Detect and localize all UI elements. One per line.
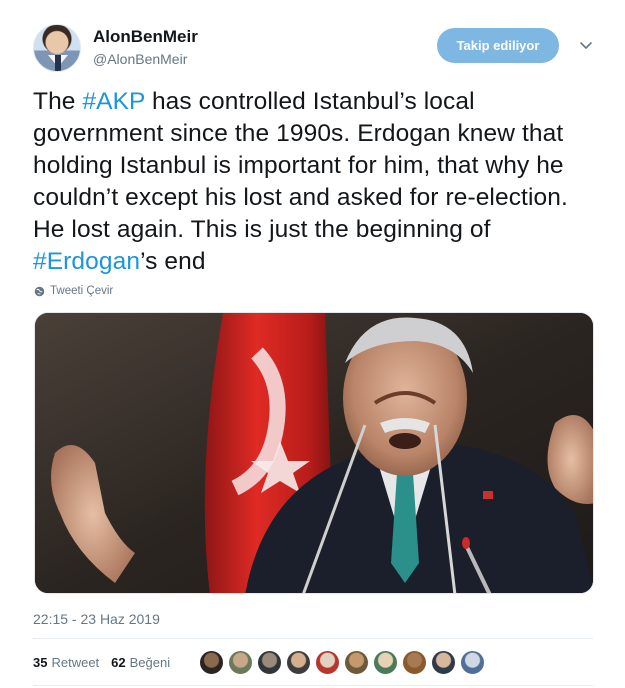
liker-avatar[interactable] (431, 650, 456, 675)
tweet-stats: 35 Retweet 62 Beğeni (33, 655, 170, 670)
like-stat[interactable]: 62 Beğeni (111, 655, 170, 670)
retweet-stat[interactable]: 35 Retweet (33, 655, 99, 670)
divider (33, 638, 593, 639)
liker-avatar[interactable] (315, 650, 340, 675)
hashtag-akp[interactable]: #AKP (82, 88, 145, 115)
tweet-text-segment: ’s end (140, 248, 206, 275)
retweet-count: 35 (33, 655, 48, 670)
like-count: 62 (111, 655, 126, 670)
author-avatar[interactable] (33, 24, 81, 72)
tweet-photo[interactable] (34, 312, 594, 594)
liker-avatar[interactable] (460, 650, 485, 675)
translate-tweet-link[interactable]: Tweeti Çevir (34, 285, 113, 297)
liker-avatar[interactable] (373, 650, 398, 675)
globe-icon (34, 286, 45, 296)
photo-illustration (35, 313, 593, 593)
liker-avatar[interactable] (257, 650, 282, 675)
tweet-timestamp[interactable]: 22:15 - 23 Haz 2019 (33, 611, 160, 627)
chevron-down-icon[interactable] (578, 37, 594, 53)
tweet-text-segment: The (33, 88, 83, 115)
liker-avatar[interactable] (199, 650, 224, 675)
liker-avatar[interactable] (344, 650, 369, 675)
retweet-label: Retweet (51, 655, 100, 670)
author-name[interactable]: AlonBenMeir (93, 27, 198, 47)
liker-avatar[interactable] (228, 650, 253, 675)
liker-avatar[interactable] (286, 650, 311, 675)
tweet-text: The #AKP has controlled Istanbul’s local… (33, 86, 593, 278)
following-button[interactable]: Takip ediliyor (437, 28, 559, 63)
like-label: Beğeni (129, 655, 171, 670)
author-handle[interactable]: @AlonBenMeir (93, 51, 187, 67)
likers-avatars (199, 650, 489, 675)
divider (33, 685, 593, 686)
hashtag-erdogan[interactable]: #Erdogan (33, 248, 140, 275)
translate-label: Tweeti Çevir (50, 285, 114, 297)
avatar-tie (55, 55, 61, 71)
liker-avatar[interactable] (402, 650, 427, 675)
